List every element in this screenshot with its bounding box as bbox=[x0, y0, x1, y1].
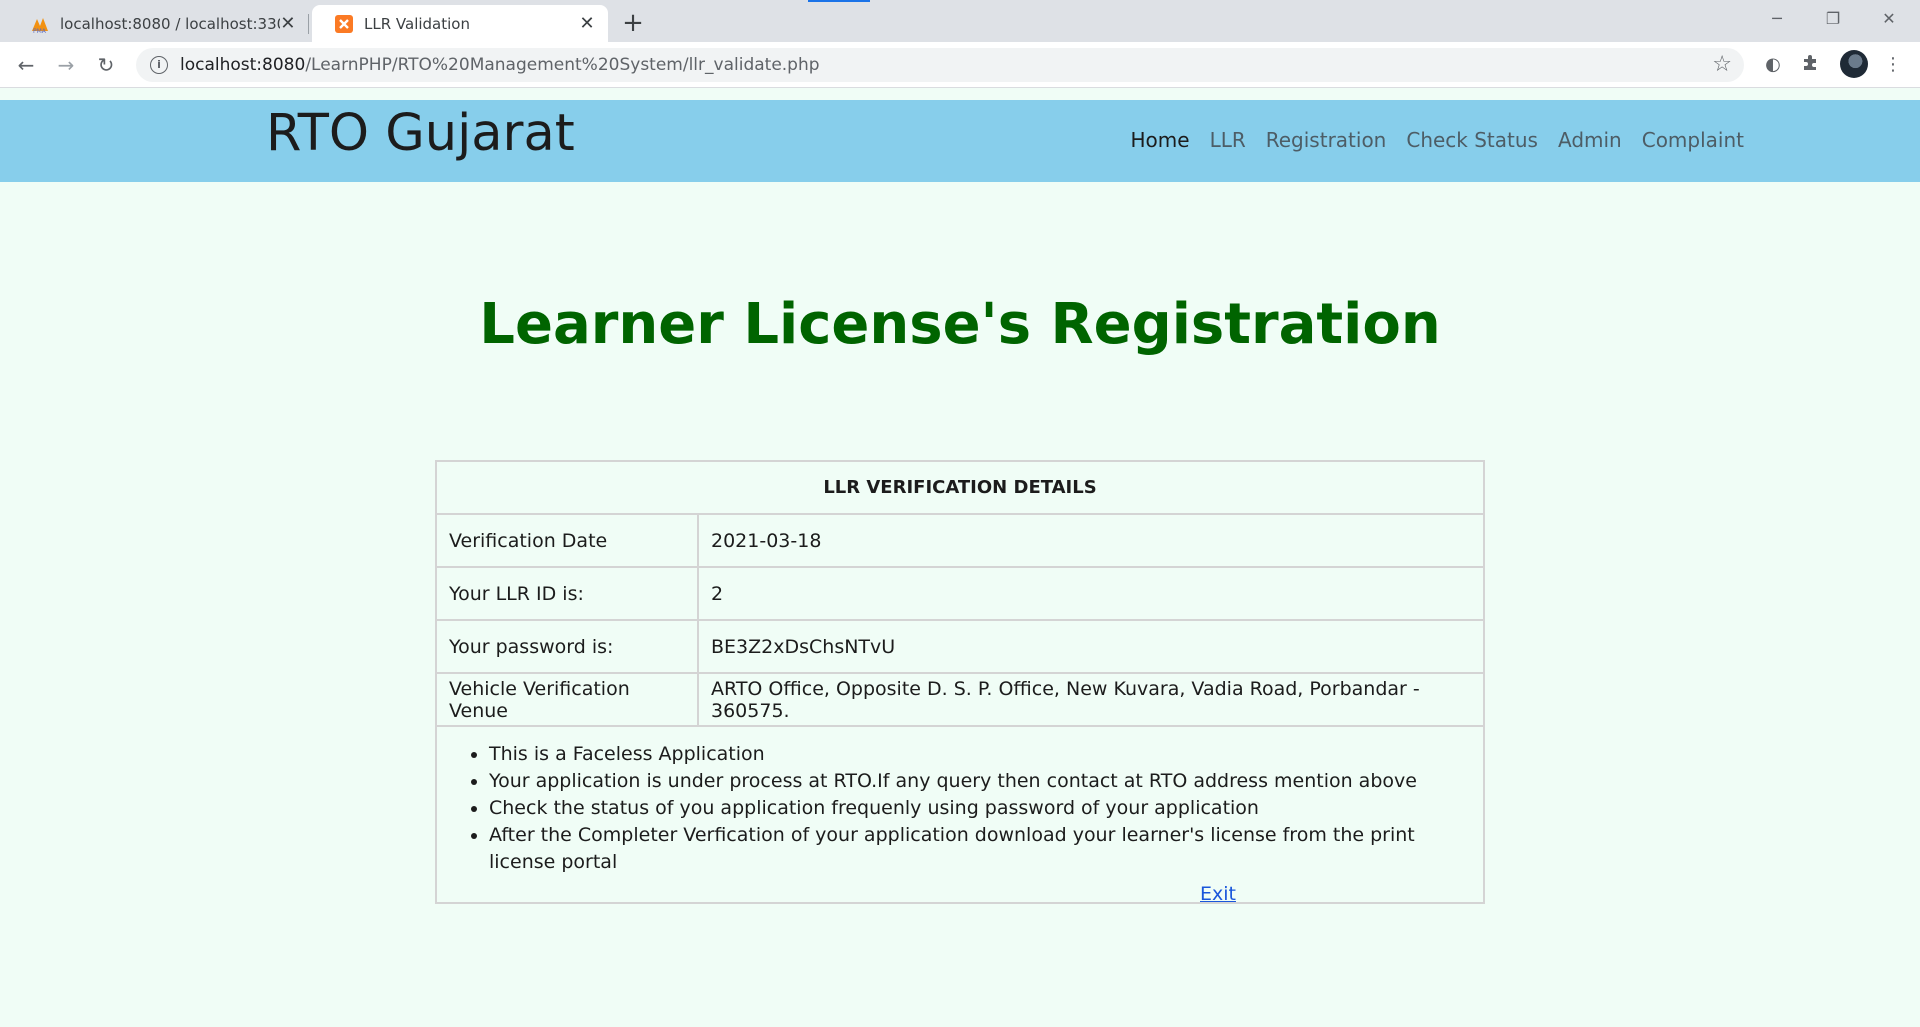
list-item: Check the status of you application freq… bbox=[489, 795, 1471, 822]
tab-llr-validation[interactable]: LLR Validation ✕ bbox=[312, 5, 608, 42]
tab-separator bbox=[308, 14, 309, 34]
table-row: Your password is: BE3Z2xDsChsNTvU bbox=[435, 619, 1485, 674]
list-item: After the Completer Verfication of your … bbox=[489, 822, 1471, 876]
site-brand[interactable]: RTO Gujarat bbox=[266, 104, 575, 163]
notes-list: This is a Faceless Application Your appl… bbox=[449, 741, 1471, 876]
close-icon[interactable]: ✕ bbox=[280, 13, 296, 34]
row-label: Vehicle Verification Venue bbox=[435, 672, 699, 727]
site-header: RTO Gujarat Home LLR Registration Check … bbox=[0, 100, 1920, 182]
browser-tabstrip: PMA localhost:8080 / localhost:3306 / ✕ … bbox=[0, 0, 1920, 42]
profile-avatar[interactable] bbox=[1840, 50, 1868, 78]
llr-id-value: 2 bbox=[697, 566, 1485, 621]
svg-text:PMA: PMA bbox=[33, 28, 47, 34]
nav-check-status[interactable]: Check Status bbox=[1406, 128, 1538, 152]
tab-strip-accent bbox=[808, 0, 870, 2]
tab-title: localhost:8080 / localhost:3306 / bbox=[60, 14, 280, 33]
password-value: BE3Z2xDsChsNTvU bbox=[697, 619, 1485, 674]
nav-admin[interactable]: Admin bbox=[1558, 128, 1622, 152]
notes-row: This is a Faceless Application Your appl… bbox=[435, 725, 1485, 904]
extensions-puzzle-icon[interactable] bbox=[1798, 52, 1824, 78]
new-tab-button[interactable]: + bbox=[618, 8, 648, 38]
puzzle-icon bbox=[1804, 55, 1816, 70]
table-heading: LLR VERIFICATION DETAILS bbox=[435, 460, 1485, 515]
tab-phpmyadmin[interactable]: PMA localhost:8080 / localhost:3306 / ✕ bbox=[8, 5, 308, 42]
nav-registration[interactable]: Registration bbox=[1266, 128, 1387, 152]
nav-complaint[interactable]: Complaint bbox=[1642, 128, 1744, 152]
nav-home[interactable]: Home bbox=[1131, 128, 1190, 152]
exit-link[interactable]: Exit bbox=[1200, 883, 1236, 905]
extension-icon[interactable]: ◐ bbox=[1760, 52, 1786, 78]
url-text[interactable]: localhost:8080/LearnPHP/RTO%20Management… bbox=[180, 55, 820, 75]
row-label: Your password is: bbox=[435, 619, 699, 674]
restore-button[interactable]: ❐ bbox=[1810, 4, 1856, 34]
table-row: Your LLR ID is: 2 bbox=[435, 566, 1485, 621]
reload-button[interactable]: ↻ bbox=[90, 49, 122, 81]
bookmark-star-icon[interactable]: ☆ bbox=[1712, 52, 1732, 77]
nav-llr[interactable]: LLR bbox=[1210, 128, 1246, 152]
table-row: Verification Date 2021-03-18 bbox=[435, 513, 1485, 568]
llr-details-table: LLR VERIFICATION DETAILS Verification Da… bbox=[435, 460, 1485, 904]
back-button[interactable]: ← bbox=[10, 49, 42, 81]
address-bar[interactable]: i localhost:8080/LearnPHP/RTO%20Manageme… bbox=[136, 48, 1744, 82]
notes-cell: This is a Faceless Application Your appl… bbox=[435, 725, 1485, 904]
close-icon[interactable]: ✕ bbox=[578, 13, 596, 34]
site-info-icon[interactable]: i bbox=[150, 56, 168, 74]
main-nav: Home LLR Registration Check Status Admin… bbox=[1131, 128, 1745, 152]
venue-value: ARTO Office, Opposite D. S. P. Office, N… bbox=[697, 672, 1485, 727]
tab-title: LLR Validation bbox=[364, 14, 470, 33]
url-host: localhost:8080 bbox=[180, 55, 306, 75]
table-row: Vehicle Verification Venue ARTO Office, … bbox=[435, 672, 1485, 727]
page-title: Learner License's Registration bbox=[479, 292, 1441, 357]
list-item: This is a Faceless Application bbox=[489, 741, 1471, 768]
minimize-button[interactable]: ─ bbox=[1754, 4, 1800, 34]
row-label: Your LLR ID is: bbox=[435, 566, 699, 621]
row-label: Verification Date bbox=[435, 513, 699, 568]
phpmyadmin-icon: PMA bbox=[32, 17, 48, 34]
menu-kebab-icon[interactable]: ⋮ bbox=[1880, 52, 1906, 78]
browser-toolbar: ← → ↻ i localhost:8080/LearnPHP/RTO%20Ma… bbox=[0, 42, 1920, 88]
list-item: Your application is under process at RTO… bbox=[489, 768, 1471, 795]
verification-date-value: 2021-03-18 bbox=[697, 513, 1485, 568]
xampp-icon bbox=[335, 14, 353, 33]
forward-button[interactable]: → bbox=[50, 49, 82, 81]
url-path: /LearnPHP/RTO%20Management%20System/llr_… bbox=[305, 55, 820, 75]
close-window-button[interactable]: ✕ bbox=[1866, 4, 1912, 34]
table-header-row: LLR VERIFICATION DETAILS bbox=[435, 460, 1485, 515]
